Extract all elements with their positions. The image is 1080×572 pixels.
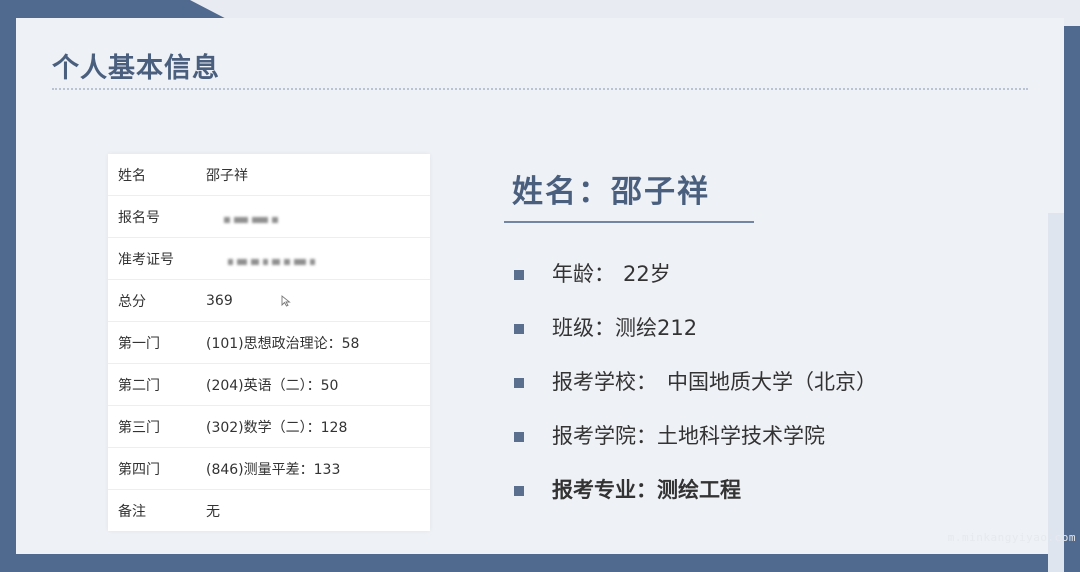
square-bullet-icon: [514, 486, 524, 496]
list-item: 报考学院：土地科学技术学院: [514, 416, 877, 470]
row-key: 第二门: [108, 363, 202, 406]
profile-heading-underline: [504, 221, 754, 223]
list-item: 报考专业：测绘工程: [514, 470, 877, 524]
list-item: 报考学校： 中国地质大学（北京）: [514, 362, 877, 416]
square-bullet-icon: [514, 378, 524, 388]
row-value: (846)测量平差：133: [202, 447, 430, 490]
profile-name-heading: 姓名：邵子祥: [512, 174, 710, 210]
item-value: 22岁: [623, 262, 671, 286]
row-key: 报名号: [108, 195, 202, 238]
row-value: (101)思想政治理论：58: [202, 321, 430, 364]
mouse-pointer-icon: [281, 294, 291, 307]
square-bullet-icon: [514, 324, 524, 334]
title-divider: [52, 88, 1028, 90]
profile-detail-list: 年龄： 22岁 班级：测绘212 报考学校： 中国地质大学（北京） 报考学院：土地科…: [514, 254, 877, 524]
row-value: 无: [206, 503, 220, 520]
table-row: 第三门 (302)数学（二）：128: [108, 405, 430, 448]
item-label: 报考学校：: [552, 370, 657, 394]
table-row: 准考证号: [108, 237, 430, 280]
row-value-masked: [202, 237, 430, 280]
slide-title: 个人基本信息: [52, 53, 220, 84]
row-key: 准考证号: [108, 237, 202, 280]
row-key: 姓名: [108, 154, 202, 196]
row-key: 第三门: [108, 405, 202, 448]
row-key: 第四门: [108, 447, 202, 490]
list-item: 班级：测绘212: [514, 308, 877, 362]
list-item: 年龄： 22岁: [514, 254, 877, 308]
square-bullet-icon: [514, 432, 524, 442]
row-value: 369: [206, 292, 233, 309]
row-key: 总分: [108, 279, 202, 322]
watermark-text: m.minkangyiyao.com: [947, 531, 1076, 544]
row-value-masked: [202, 195, 430, 238]
redacted-registration-number: [224, 212, 282, 223]
item-value: 中国地质大学（北京）: [667, 370, 877, 394]
redacted-admission-number: [228, 254, 319, 265]
item-label: 报考学院：: [552, 424, 657, 448]
row-key: 备注: [118, 503, 146, 520]
slide: 个人基本信息 姓名 邵子祥 报名号 准考证号 总分 369 第一门 (101)思…: [16, 18, 1064, 572]
table-row: 姓名 邵子祥: [108, 154, 430, 196]
item-value: 土地科学技术学院: [657, 424, 825, 448]
square-bullet-icon: [514, 270, 524, 280]
slide-side-strip: [1048, 213, 1064, 572]
info-table: 姓名 邵子祥 报名号 准考证号 总分 369 第一门 (101)思想政治理论：5…: [108, 154, 430, 531]
table-row: 第四门 (846)测量平差：133: [108, 447, 430, 490]
table-row: 报名号: [108, 195, 430, 238]
item-value: 测绘212: [615, 316, 698, 340]
row-value: (204)英语（二）：50: [202, 363, 430, 406]
table-row: 总分 369: [108, 279, 430, 322]
table-row: 第二门 (204)英语（二）：50: [108, 363, 430, 406]
table-row: 备注 无: [108, 490, 430, 532]
screen: { "slide": { "title": "个人基本信息" }, "table…: [0, 0, 1080, 572]
item-label: 年龄：: [552, 262, 615, 286]
row-value-with-cursor: 369: [202, 279, 430, 322]
item-value: 测绘工程: [657, 478, 741, 502]
item-label: 报考专业：: [552, 478, 657, 502]
row-key: 第一门: [108, 321, 202, 364]
row-value: 邵子祥: [202, 154, 430, 196]
row-value: (302)数学（二）：128: [202, 405, 430, 448]
table-row: 第一门 (101)思想政治理论：58: [108, 321, 430, 364]
item-label: 班级：: [552, 316, 615, 340]
